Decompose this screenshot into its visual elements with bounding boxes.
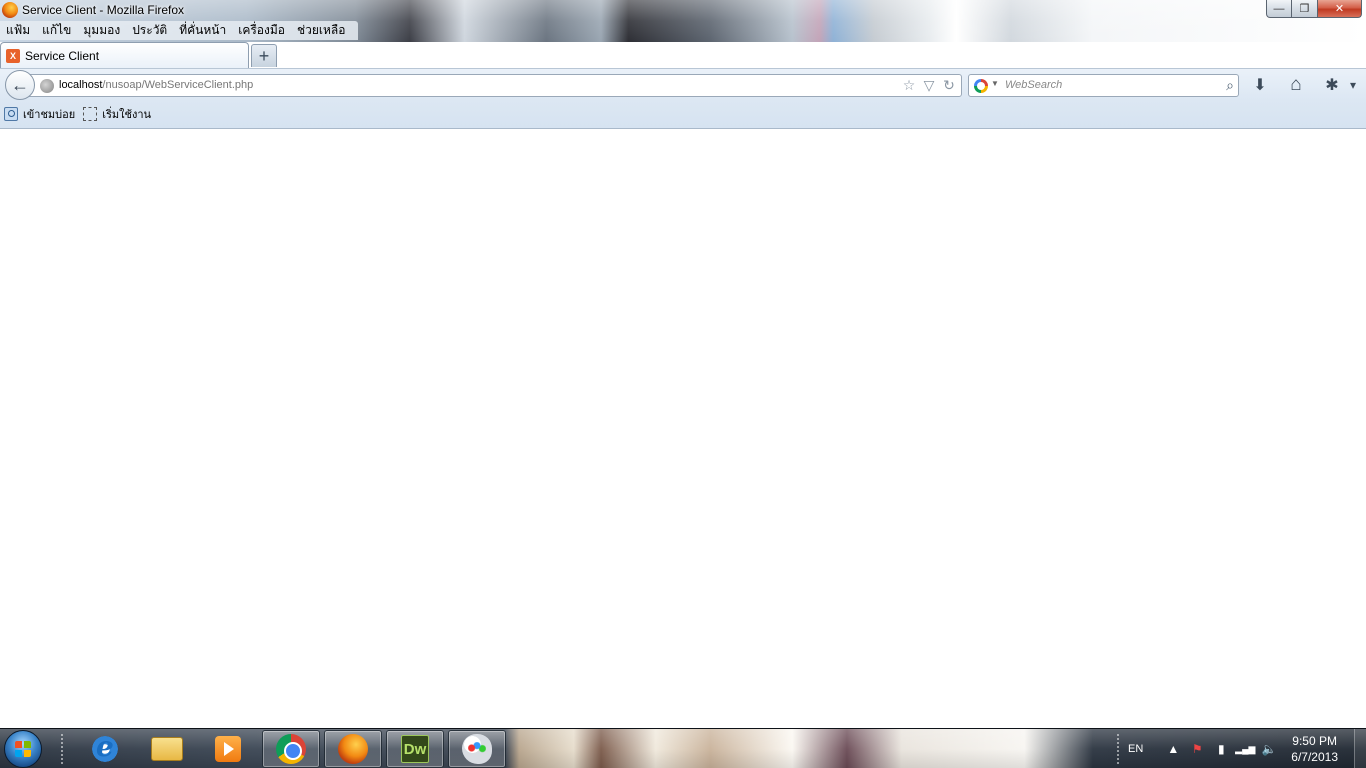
clock-date: 6/7/2013 (1291, 750, 1338, 764)
menu-history[interactable]: ประวัติ (126, 21, 173, 40)
getting-started-icon (83, 107, 98, 121)
taskbar-windows-explorer[interactable] (138, 730, 196, 768)
bookmark-most-visited[interactable]: เข้าชมบ่อย (4, 105, 75, 123)
search-input[interactable]: WebSearch (1005, 79, 1062, 91)
history-dropdown-icon[interactable]: ▽ (921, 77, 937, 94)
tab-service-client[interactable]: X Service Client (0, 42, 249, 68)
home-icon[interactable]: ⌂ (1285, 74, 1307, 95)
xampp-favicon-icon: X (6, 48, 20, 63)
search-bar[interactable]: ▼ WebSearch ⌕ (968, 74, 1239, 97)
power-icon[interactable]: ▮ (1209, 742, 1233, 756)
media-player-icon (215, 736, 241, 762)
menu-tools[interactable]: เครื่องมือ (232, 21, 291, 40)
taskbar-chrome[interactable] (262, 730, 320, 768)
dreamweaver-icon: Dw (401, 735, 429, 763)
reload-icon[interactable]: ↻ (941, 77, 957, 94)
chrome-icon (276, 734, 306, 764)
url-bar-icons: ☆ ▽ ↻ (901, 77, 957, 94)
site-identity-icon[interactable] (40, 79, 54, 93)
taskbar-internet-explorer[interactable] (76, 730, 134, 768)
volume-icon[interactable]: 🔈 (1257, 742, 1281, 756)
tab-strip: X Service Client + (0, 40, 1366, 68)
url-host: localhost (59, 79, 103, 91)
search-icon[interactable]: ⌕ (1226, 77, 1234, 94)
maximize-button[interactable]: ❐ (1292, 0, 1318, 18)
menu-edit[interactable]: แก้ไข (36, 21, 77, 40)
window-title: Service Client - Mozilla Firefox (22, 3, 185, 17)
close-button[interactable]: ✕ (1318, 0, 1362, 18)
show-hidden-icons-icon[interactable]: ▲ (1161, 742, 1185, 756)
url-path: /nusoap/WebServiceClient.php (102, 79, 254, 91)
paint-icon (462, 734, 492, 764)
url-bar[interactable]: localhost/nusoap/WebServiceClient.php ☆ … (28, 74, 962, 97)
downloads-icon[interactable]: ⬇ (1249, 75, 1271, 95)
search-engine-dropdown-icon[interactable]: ▼ (991, 79, 999, 88)
system-tray: EN ▲ ⚑ ▮ ▂▄▆ 🔈 9:50 PM 6/7/2013 (1128, 729, 1366, 768)
minimize-button[interactable]: — (1266, 0, 1292, 18)
bookmark-label: เริ่มใช้งาน (102, 109, 152, 121)
bookmarks-toolbar: เข้าชมบ่อย เริ่มใช้งาน (0, 100, 1366, 129)
most-visited-icon (4, 107, 18, 121)
folder-icon (151, 737, 183, 761)
bookmark-getting-started[interactable]: เริ่มใช้งาน (83, 105, 151, 123)
clock-time: 9:50 PM (1292, 734, 1337, 748)
new-tab-button[interactable]: + (251, 44, 277, 67)
clock[interactable]: 9:50 PM 6/7/2013 (1291, 733, 1338, 765)
tray-grip (1116, 733, 1120, 765)
menu-bar: แฟ้ม แก้ไข มุมมอง ประวัติ ที่คั่นหน้า เค… (0, 21, 358, 40)
menu-view[interactable]: มุมมอง (77, 21, 126, 40)
taskbar-media-player[interactable] (199, 730, 257, 768)
windows-taskbar: Dw EN ▲ ⚑ ▮ ▂▄▆ 🔈 9:50 PM 6/7/2013 (0, 728, 1366, 768)
taskbar-grip (60, 733, 64, 765)
toolbar-menu-dropdown-icon[interactable]: ▾ (1345, 75, 1361, 95)
search-engine-icon[interactable] (974, 79, 988, 93)
network-icon[interactable]: ▂▄▆ (1233, 744, 1257, 755)
navigation-toolbar: localhost/nusoap/WebServiceClient.php ☆ … (0, 68, 1366, 100)
language-indicator[interactable]: EN (1128, 743, 1143, 755)
taskbar-firefox[interactable] (324, 730, 382, 768)
menu-bookmarks[interactable]: ที่คั่นหน้า (173, 21, 232, 40)
bookmark-star-icon[interactable]: ☆ (901, 77, 917, 94)
show-desktop-button[interactable] (1354, 729, 1366, 768)
url-text[interactable]: localhost/nusoap/WebServiceClient.php (59, 79, 253, 91)
start-button[interactable] (4, 730, 42, 768)
addon-icon[interactable]: ✱ (1321, 75, 1343, 95)
back-button[interactable]: ← (5, 70, 35, 100)
firefox-logo-icon[interactable] (2, 2, 18, 18)
page-content-area[interactable] (0, 130, 1366, 728)
internet-explorer-icon (90, 730, 120, 764)
firefox-icon (338, 734, 368, 764)
taskbar-dreamweaver[interactable]: Dw (386, 730, 444, 768)
window-titlebar[interactable]: Service Client - Mozilla Firefox — ❐ ✕ แ… (0, 0, 1366, 42)
menu-file[interactable]: แฟ้ม (0, 21, 36, 40)
tab-title: Service Client (25, 48, 100, 63)
menu-help[interactable]: ช่วยเหลือ (291, 21, 352, 40)
bookmark-label: เข้าชมบ่อย (23, 109, 76, 121)
window-controls: — ❐ ✕ (1266, 0, 1362, 18)
action-center-flag-icon[interactable]: ⚑ (1185, 742, 1209, 756)
taskbar-paint[interactable] (448, 730, 506, 768)
